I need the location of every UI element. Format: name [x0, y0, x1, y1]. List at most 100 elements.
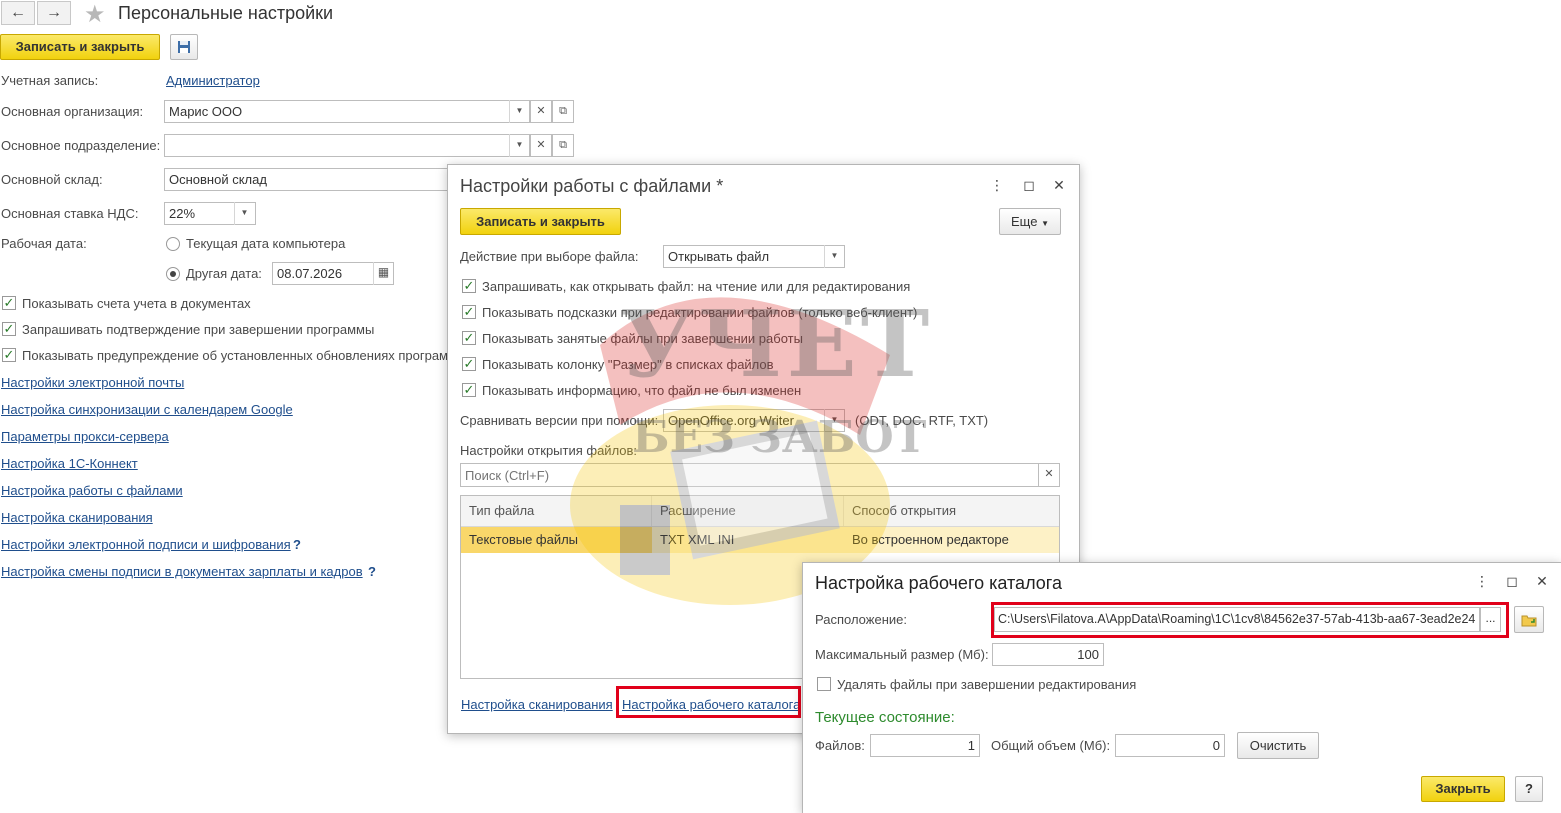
radio-other-date[interactable]: [166, 267, 180, 281]
total-size-field: 0: [1115, 734, 1225, 757]
folder-icon: [1521, 615, 1537, 627]
warehouse-field[interactable]: Основной склад: [164, 168, 454, 191]
col-header-type[interactable]: Тип файла: [461, 496, 652, 526]
close-icon[interactable]: ✕: [1533, 573, 1551, 590]
chk-size-column[interactable]: ✓: [462, 357, 476, 371]
help-button[interactable]: ?: [1515, 776, 1543, 802]
vat-value: 22%: [169, 206, 196, 221]
search-clear-button[interactable]: ✕: [1038, 463, 1060, 487]
org-field[interactable]: Марис ООО: [164, 100, 530, 123]
files-save-close-button[interactable]: Записать и закрыть: [460, 208, 621, 235]
table-cell-type[interactable]: Текстовые файлы: [461, 527, 652, 553]
more-vert-icon[interactable]: ⋮: [1473, 573, 1491, 590]
radio-computer-date[interactable]: [166, 237, 180, 251]
account-label: Учетная запись:: [1, 73, 99, 88]
chk-delete-files-label: Удалять файлы при завершении редактирова…: [837, 677, 1137, 692]
org-open-button[interactable]: ⧉: [552, 100, 574, 123]
workdate-label: Рабочая дата:: [1, 236, 87, 251]
action-dropdown-button[interactable]: ▼: [824, 245, 844, 268]
more-label: Еще: [1011, 214, 1038, 229]
search-input[interactable]: [460, 463, 1040, 487]
compare-label: Сравнивать версии при помощи:: [460, 413, 659, 428]
other-date-value: 08.07.2026: [277, 266, 343, 281]
state-header: Текущее состояние:: [815, 709, 955, 726]
chk-delete-files[interactable]: [817, 677, 831, 691]
arrow-right-icon: →: [46, 4, 62, 21]
dept-dropdown-button[interactable]: ▼: [509, 134, 529, 157]
chk-updates[interactable]: ✓: [2, 348, 16, 362]
close-icon: ✕: [1044, 468, 1054, 480]
chk-confirm-exit[interactable]: ✓: [2, 322, 16, 336]
link-google-sync[interactable]: Настройка синхронизации с календарем Goo…: [1, 402, 293, 417]
calendar-icon: ▦: [377, 265, 390, 279]
chk-ask-open[interactable]: ✓: [462, 279, 476, 293]
favorite-star-icon[interactable]: ★: [84, 0, 106, 29]
location-label: Расположение:: [815, 612, 907, 627]
link-scan-settings[interactable]: Настройка сканирования: [461, 697, 613, 712]
chk-accounts[interactable]: ✓: [2, 296, 16, 310]
page-title: Персональные настройки: [118, 3, 334, 23]
col-header-method[interactable]: Способ открытия: [844, 496, 1059, 526]
link-signature[interactable]: Настройки электронной подписи и шифрован…: [1, 537, 291, 552]
files-count-label: Файлов:: [815, 738, 865, 753]
table-cell-ext[interactable]: TXT XML INI: [652, 527, 844, 553]
maximize-icon[interactable]: ◻: [1503, 573, 1521, 590]
maxsize-field[interactable]: 100: [992, 643, 1104, 666]
account-link[interactable]: Администратор: [166, 73, 260, 88]
watermark-text-1: УЧЕТ: [620, 290, 934, 398]
link-file-settings[interactable]: Настройка работы с файлами: [1, 483, 183, 498]
arrow-left-icon: ←: [10, 4, 26, 21]
maxsize-value: 100: [1077, 647, 1099, 662]
more-button[interactable]: Еще ▼: [999, 208, 1061, 235]
floppy-disk-icon: [178, 41, 190, 53]
radio-computer-label: Текущая дата компьютера: [186, 236, 346, 251]
chevron-down-icon: ▼: [515, 106, 524, 115]
chk-accounts-label: Показывать счета учета в документах: [22, 296, 251, 311]
chk-confirm-exit-label: Запрашивать подтверждение при завершении…: [22, 322, 375, 337]
action-field[interactable]: Открывать файл: [663, 245, 845, 268]
chevron-down-icon: ▼: [1041, 219, 1049, 228]
chevron-down-icon: ▼: [240, 208, 249, 217]
close-dialog-button[interactable]: Закрыть: [1421, 776, 1505, 802]
dept-field[interactable]: [164, 134, 530, 157]
link-1c-connect[interactable]: Настройка 1С-Коннект: [1, 456, 138, 471]
maxsize-label: Максимальный размер (Мб):: [815, 647, 989, 662]
save-button[interactable]: [170, 34, 198, 60]
files-dialog-title: Настройки работы с файлами *: [460, 176, 724, 196]
col-header-ext[interactable]: Расширение: [652, 496, 844, 526]
link-scanning[interactable]: Настройка сканирования: [1, 510, 153, 525]
chevron-down-icon: ▼: [830, 251, 839, 260]
workdir-dialog: Настройка рабочего каталога ⋮ ◻ ✕ Распол…: [802, 562, 1561, 813]
open-window-icon: ⧉: [559, 105, 567, 117]
org-dropdown-button[interactable]: ▼: [509, 100, 529, 123]
org-clear-button[interactable]: ✕: [530, 100, 552, 123]
save-close-button[interactable]: Записать и закрыть: [0, 34, 160, 60]
more-vert-icon[interactable]: ⋮: [988, 177, 1006, 194]
close-icon[interactable]: ✕: [1050, 177, 1068, 194]
help-signature[interactable]: ?: [293, 537, 301, 552]
back-button[interactable]: ←: [1, 1, 35, 25]
table-cell-method[interactable]: Во встроенном редакторе: [844, 527, 1059, 553]
close-icon: ✕: [536, 105, 546, 117]
dept-open-button[interactable]: ⧉: [552, 134, 574, 157]
clear-button[interactable]: Очистить: [1237, 732, 1319, 759]
link-signature-change[interactable]: Настройка смены подписи в документах зар…: [1, 564, 363, 579]
link-proxy[interactable]: Параметры прокси-сервера: [1, 429, 169, 444]
watermark-text-2: БЕЗ ЗАБОТ: [632, 412, 927, 463]
total-size-value: 0: [1212, 738, 1220, 753]
chk-hints[interactable]: ✓: [462, 305, 476, 319]
calendar-button[interactable]: ▦: [373, 262, 393, 285]
action-label: Действие при выборе файла:: [460, 249, 639, 264]
help-signature-change[interactable]: ?: [368, 564, 376, 579]
dept-clear-button[interactable]: ✕: [530, 134, 552, 157]
forward-button[interactable]: →: [37, 1, 71, 25]
highlight-location: [991, 602, 1509, 638]
open-folder-button[interactable]: [1514, 606, 1544, 633]
link-email-settings[interactable]: Настройки электронной почты: [1, 375, 184, 390]
chk-busy-files[interactable]: ✓: [462, 331, 476, 345]
vat-dropdown-button[interactable]: ▼: [234, 202, 254, 225]
chk-not-changed[interactable]: ✓: [462, 383, 476, 397]
maximize-icon[interactable]: ◻: [1020, 177, 1038, 194]
action-value: Открывать файл: [668, 249, 770, 264]
workdir-dialog-title: Настройка рабочего каталога: [815, 573, 1062, 593]
